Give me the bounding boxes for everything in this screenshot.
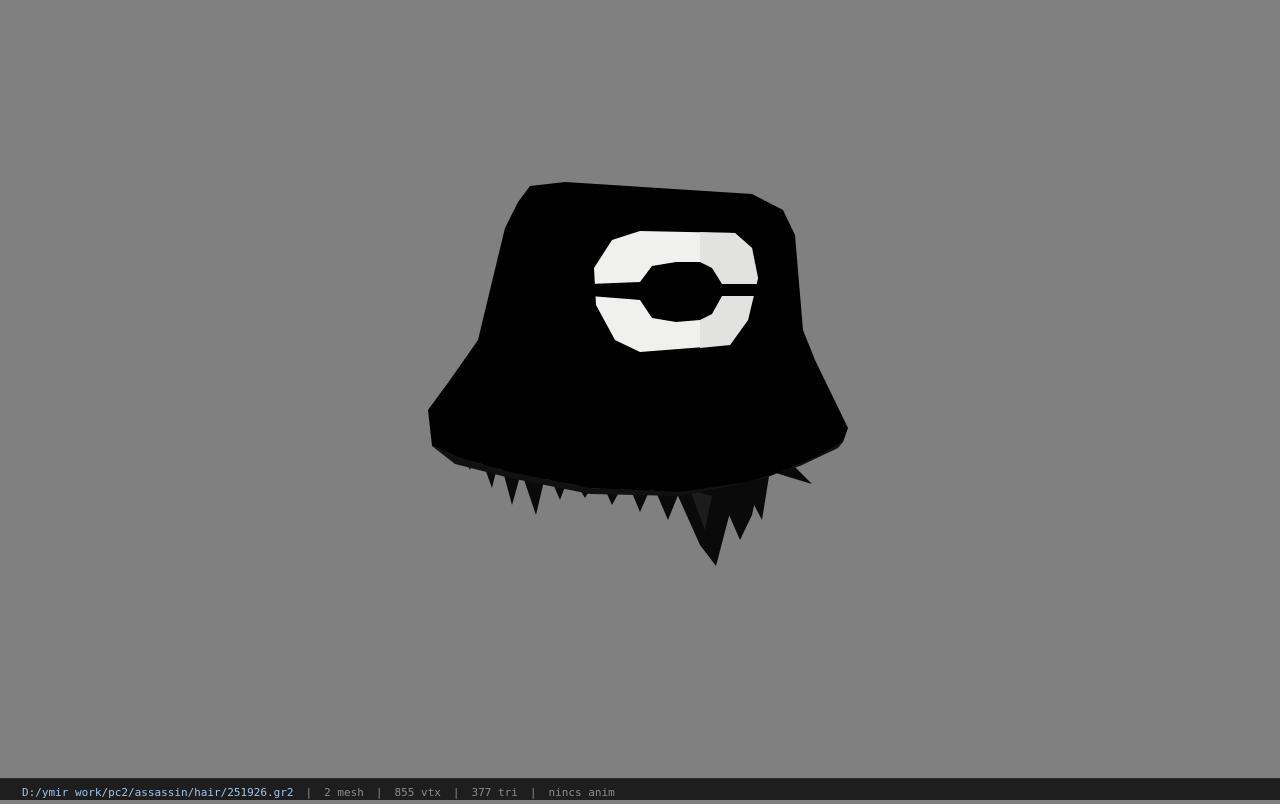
vertex-count-label: 855 vtx [394, 785, 441, 799]
status-separator: | [375, 785, 383, 799]
status-separator: | [305, 785, 313, 799]
status-separator: | [452, 785, 460, 799]
hat-emblem [590, 231, 760, 352]
mesh-count-label: 2 mesh [324, 785, 364, 799]
3d-viewport[interactable] [0, 0, 1280, 778]
triangle-count-label: 377 tri [471, 785, 518, 799]
animation-status-label: nincs anim [548, 785, 615, 799]
file-path-label: D:/ymir work/pc2/assassin/hair/251926.gr… [22, 785, 294, 799]
status-bar: D:/ymir work/pc2/assassin/hair/251926.gr… [0, 778, 1280, 800]
model-render [428, 182, 848, 566]
status-separator: | [529, 785, 537, 799]
